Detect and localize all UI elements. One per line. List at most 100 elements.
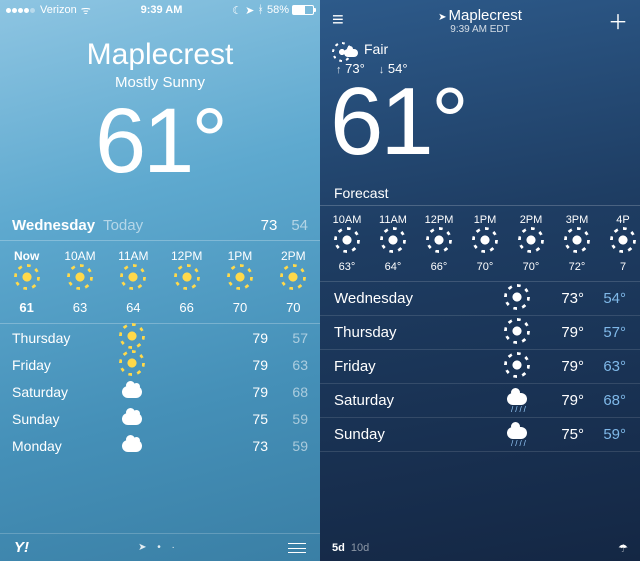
status-time: 9:39 AM <box>91 4 233 16</box>
location-arrow-icon: ➤ <box>245 4 254 17</box>
location-arrow-icon: ➤ <box>438 12 446 23</box>
add-location-button[interactable]: ＋ <box>602 6 628 35</box>
day-name: Monday <box>12 438 102 454</box>
sun-icon <box>614 231 632 249</box>
range-5d-button[interactable]: 5d <box>332 542 345 554</box>
day-low: 63° <box>584 358 626 375</box>
sun-icon <box>430 231 448 249</box>
today-low: 54 <box>291 217 308 234</box>
hour-temp: 64° <box>370 261 416 273</box>
today-dayname: Wednesday <box>12 217 95 234</box>
sun-icon <box>123 354 141 372</box>
footer-bar: Y! ➤ • · <box>0 533 320 561</box>
hour-temp: 70 <box>213 300 266 315</box>
day-low: 68° <box>584 392 626 409</box>
today-summary-row: Wednesday Today 73 54 <box>0 217 320 234</box>
hour-label: 3PM <box>554 214 600 226</box>
day-high: 73 <box>238 438 268 454</box>
hourly-column: 1PM 70° <box>462 214 508 273</box>
hour-temp: 66 <box>160 300 213 315</box>
day-name: Sunday <box>334 426 492 443</box>
sun-icon <box>568 231 586 249</box>
carrier-label: Verizon <box>40 4 77 16</box>
day-low: 59 <box>278 411 308 427</box>
wu-logo-icon[interactable]: ☂ <box>618 542 628 555</box>
daily-row: Sunday 75 59 <box>12 405 308 432</box>
condition-label: Fair <box>364 41 388 57</box>
day-name: Friday <box>12 357 102 373</box>
daily-forecast[interactable]: Wednesday 73° 54° Thursday 79° 57° Frida… <box>320 282 640 452</box>
app-header: ≡ ➤Maplecrest 9:39 AM EDT ＋ <box>320 0 640 35</box>
sun-icon <box>178 268 196 286</box>
ios-weather-app: Verizon ᯤ 9:39 AM ☾ ➤ ᚼ 58% Maplecrest M… <box>0 0 320 561</box>
daily-row: Thursday 79 57 <box>12 324 308 351</box>
hourly-column: Now 61 <box>0 241 53 323</box>
list-menu-icon[interactable] <box>288 543 306 553</box>
hour-temp: 61 <box>0 300 53 315</box>
hour-temp: 70° <box>508 261 554 273</box>
sun-icon <box>476 231 494 249</box>
hour-label: 11AM <box>107 249 160 263</box>
condition-label: Mostly Sunny <box>0 74 320 91</box>
hourly-column: 3PM 72° <box>554 214 600 273</box>
cloud-icon <box>122 413 142 425</box>
day-name: Wednesday <box>334 290 492 307</box>
location-name: Maplecrest <box>0 38 320 72</box>
hourly-column: 12PM 66 <box>160 241 213 323</box>
location-header: Maplecrest Mostly Sunny <box>0 38 320 91</box>
forecast-heading: Forecast <box>320 181 640 206</box>
day-low: 63 <box>278 357 308 373</box>
day-high: 79° <box>542 324 584 341</box>
hour-temp: 70° <box>462 261 508 273</box>
hourly-forecast[interactable]: Now 61 10AM 63 11AM 64 12PM 66 1PM 70 2P… <box>0 240 320 324</box>
day-high: 73° <box>542 290 584 307</box>
daily-row: Monday 73 59 <box>12 432 308 459</box>
daily-forecast[interactable]: Thursday 79 57 Friday 79 63 Saturday 79 … <box>0 324 320 459</box>
hourly-forecast[interactable]: 10AM 63° 11AM 64° 12PM 66° 1PM 70° 2PM 7… <box>320 206 640 282</box>
daily-row: Saturday 79 68 <box>12 378 308 405</box>
hamburger-menu-icon[interactable]: ≡ <box>332 9 358 32</box>
day-high: 79 <box>238 330 268 346</box>
high-arrow-icon: ↑ <box>336 64 342 76</box>
daily-row: Wednesday 73° 54° <box>320 282 640 316</box>
hour-temp: 7 <box>600 261 640 273</box>
hour-label: 4P <box>600 214 640 226</box>
hourly-column: 2PM 70 <box>267 241 320 323</box>
battery-icon <box>292 5 314 15</box>
day-name: Sunday <box>12 411 102 427</box>
hourly-column: 10AM 63° <box>324 214 370 273</box>
hour-label: 2PM <box>508 214 554 226</box>
sun-icon <box>231 268 249 286</box>
sun-icon <box>71 268 89 286</box>
today-high: 73 <box>261 217 278 234</box>
hourly-column: 10AM 63 <box>53 241 106 323</box>
rain-icon: //// <box>507 427 527 439</box>
hour-label: 1PM <box>462 214 508 226</box>
day-high: 79° <box>542 392 584 409</box>
hourly-column: 12PM 66° <box>416 214 462 273</box>
yahoo-logo[interactable]: Y! <box>14 539 29 556</box>
hour-label: 11AM <box>370 214 416 226</box>
day-high: 79 <box>238 384 268 400</box>
signal-dots-icon <box>6 4 36 16</box>
day-low: 59° <box>584 426 626 443</box>
cloud-icon <box>122 440 142 452</box>
hour-temp: 66° <box>416 261 462 273</box>
rain-icon: //// <box>507 393 527 405</box>
cloud-icon <box>122 386 142 398</box>
wifi-icon: ᯤ <box>81 3 91 18</box>
status-bar: Verizon ᯤ 9:39 AM ☾ ➤ ᚼ 58% <box>0 0 320 20</box>
sun-icon <box>123 327 141 345</box>
current-temperature: 61° <box>0 95 320 187</box>
hour-temp: 72° <box>554 261 600 273</box>
sun-icon <box>18 268 36 286</box>
daily-row: Thursday 79° 57° <box>320 316 640 350</box>
day-low: 57° <box>584 324 626 341</box>
sun-icon <box>124 268 142 286</box>
day-name: Thursday <box>12 330 102 346</box>
today-label: Today <box>103 217 143 234</box>
range-10d-button[interactable]: 10d <box>351 542 369 554</box>
hour-label: 1PM <box>213 249 266 263</box>
hour-temp: 64 <box>107 300 160 315</box>
moon-icon: ☾ <box>232 4 242 17</box>
